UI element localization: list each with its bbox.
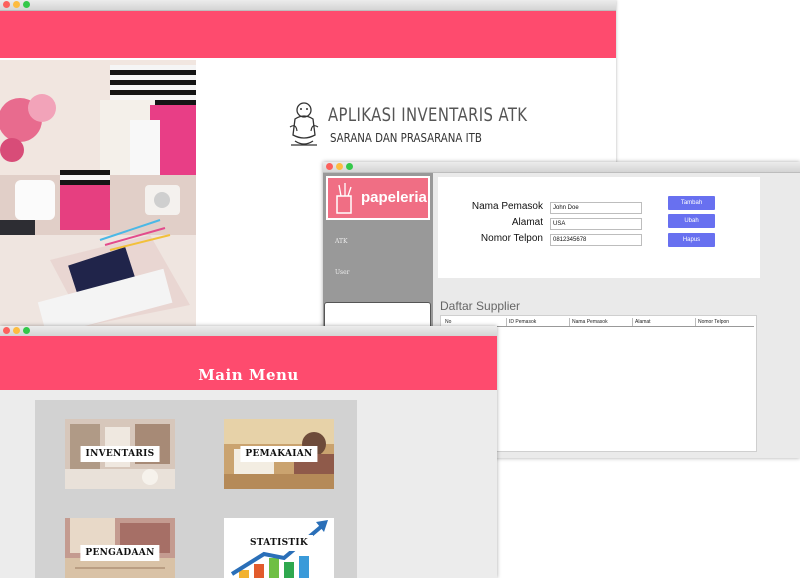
pemakaian-label: PEMAKAIAN (240, 446, 318, 462)
minimize-window-button[interactable] (13, 327, 20, 334)
sidebar-item-user[interactable]: User (335, 269, 350, 276)
window-titlebar (0, 0, 616, 11)
supplier-list-title: Daftar Supplier (440, 299, 521, 313)
sidebar-item-atk[interactable]: ATK (335, 238, 348, 245)
column-header-nama-pemasok[interactable]: Nama Pemasok (569, 318, 632, 326)
column-header-id-pemasok[interactable]: ID Pemasok (506, 318, 569, 326)
supplier-name-field[interactable]: John Doe (550, 202, 642, 214)
column-header-alamat[interactable]: Alamat (632, 318, 695, 326)
maximize-window-button[interactable] (23, 1, 30, 8)
supplier-form: Nama Pemasok Alamat Nomor Telpon John Do… (438, 177, 760, 278)
delete-button[interactable]: Hapus (668, 233, 715, 247)
edit-button[interactable]: Ubah (668, 214, 715, 228)
add-button[interactable]: Tambah (668, 196, 715, 210)
minimize-window-button[interactable] (13, 1, 20, 8)
menu-grid: INVENTARIS PEMAKAIAN PENGADAAN STATISTIK (35, 400, 357, 578)
app-subtitle: SARANA DAN PRASARANA ITB (330, 131, 482, 145)
pencil-cup-icon (336, 183, 352, 214)
minimize-window-button[interactable] (336, 163, 343, 170)
address-label: Alamat (511, 217, 543, 228)
maximize-window-button[interactable] (23, 327, 30, 334)
pengadaan-tile[interactable]: PENGADAAN (65, 518, 175, 578)
close-window-button[interactable] (3, 327, 10, 334)
supplier-name-label: Nama Pemasok (471, 201, 543, 212)
papeleria-logo: papeleria (326, 176, 430, 220)
window-titlebar (323, 162, 800, 173)
inventaris-label: INVENTARIS (80, 446, 160, 462)
header-banner (0, 11, 616, 58)
column-header-nomor-telpon[interactable]: Nomor Telpon (695, 318, 756, 326)
address-field[interactable]: USA (550, 218, 642, 230)
main-menu-title: Main Menu (198, 366, 299, 384)
close-window-button[interactable] (3, 1, 10, 8)
statistik-tile[interactable]: STATISTIK (224, 518, 334, 578)
logo-text: papeleria (361, 189, 427, 206)
itb-emblem-icon (289, 102, 319, 146)
phone-label: Nomor Telpon (480, 233, 543, 244)
phone-field[interactable]: 0812345678 (550, 234, 642, 246)
main-menu-window: Main Menu INVENTARIS PEMAKAIAN PENGADAAN… (0, 326, 497, 578)
pemakaian-tile[interactable]: PEMAKAIAN (224, 419, 334, 489)
app-title: APLIKASI INVENTARIS ATK (328, 104, 528, 126)
stationery-photo (0, 60, 196, 326)
pengadaan-label: PENGADAAN (80, 545, 160, 561)
close-window-button[interactable] (326, 163, 333, 170)
main-menu-banner: Main Menu (0, 336, 497, 390)
statistik-label: STATISTIK (244, 534, 314, 551)
column-header-no[interactable]: No (443, 318, 506, 326)
inventaris-tile[interactable]: INVENTARIS (65, 419, 175, 489)
maximize-window-button[interactable] (346, 163, 353, 170)
